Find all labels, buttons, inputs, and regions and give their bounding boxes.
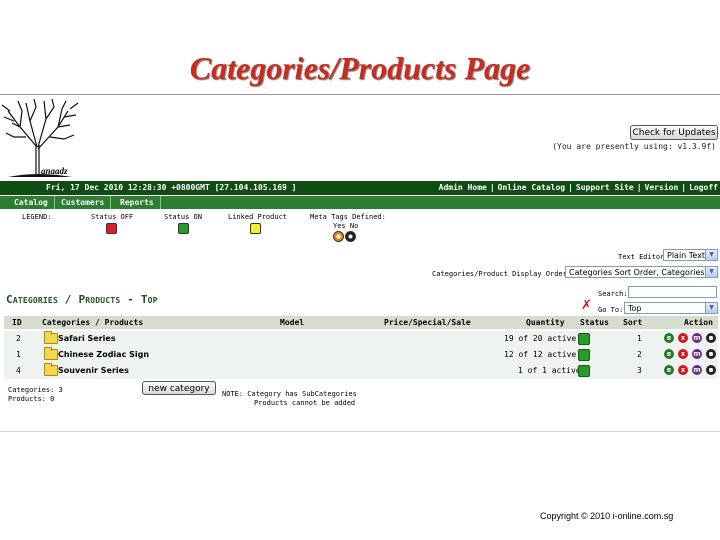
legend-status-on-label: Status ON (164, 213, 202, 221)
row-name[interactable]: Chinese Zodiac Sign (58, 350, 149, 359)
page-heading: Categories / Products - Top (6, 293, 158, 306)
row-id: 1 (16, 350, 21, 359)
table-row[interactable]: 4 Souvenir Series 1 of 1 active 3 e x m (4, 363, 718, 379)
row-sort: 2 (637, 350, 642, 359)
nav-reports[interactable]: Reports (114, 196, 161, 209)
chevron-down-icon: ▼ (705, 250, 717, 260)
table-footer: Categories: 3 Products: 0 NOTE: Category… (4, 380, 718, 407)
note-line-2: Products cannot be added (254, 399, 356, 407)
row-name[interactable]: Safari Series (58, 334, 116, 343)
delete-icon[interactable]: x (678, 365, 688, 375)
legend: LEGEND: Status OFF Status ON Linked Prod… (0, 213, 400, 249)
status-on-icon[interactable] (578, 365, 590, 377)
link-version[interactable]: Version (645, 183, 679, 192)
search-input[interactable] (628, 286, 717, 298)
slide-title: Categories/Products Page (189, 50, 531, 86)
meta-no-icon (345, 231, 356, 242)
copyright-text: Copyright © 2010 i-online.com.sg (540, 511, 674, 521)
status-on-icon[interactable] (578, 333, 590, 345)
move-icon[interactable]: m (692, 365, 702, 375)
edit-icon[interactable]: e (664, 365, 674, 375)
link-online-catalog[interactable]: Online Catalog (498, 183, 565, 192)
edit-icon[interactable]: e (664, 333, 674, 343)
folder-icon[interactable] (44, 347, 58, 360)
text-editor-select[interactable]: Plain Text ▼ (663, 249, 718, 261)
col-price: Price/Special/Sale (384, 318, 471, 327)
link-support-site[interactable]: Support Site (576, 183, 634, 192)
reset-search-icon[interactable]: ✗ (581, 298, 592, 313)
meta-yes-icon (333, 231, 344, 242)
col-sort: Sort (623, 318, 643, 327)
text-editor-value: Plain Text (667, 251, 705, 260)
logo-text: anaadz (41, 166, 68, 176)
legend-yes-no-label: Yes No (333, 222, 359, 230)
col-action: Action (684, 318, 713, 327)
status-off-icon (106, 223, 117, 234)
meta-tags-icon[interactable] (706, 349, 716, 359)
table-header: ID Categories / Products Model Price/Spe… (4, 316, 718, 329)
table-row[interactable]: 1 Chinese Zodiac Sign 12 of 12 active 2 … (4, 347, 718, 363)
row-sort: 1 (637, 334, 642, 343)
link-logoff[interactable]: Logoff (689, 183, 718, 192)
move-icon[interactable]: m (692, 349, 702, 359)
nav-bar: Catalog Customers Reports (0, 196, 720, 209)
header-bar: Fri, 17 Dec 2010 12:28:30 +0800GMT [27.1… (0, 181, 720, 195)
top-links: Admin Home | Online Catalog | Support Site | V… (438, 183, 718, 192)
col-quantity: Quantity (526, 318, 565, 327)
meta-tags-icon[interactable] (706, 333, 716, 343)
col-id: ID (12, 318, 22, 327)
move-icon[interactable]: m (692, 333, 702, 343)
delete-icon[interactable]: x (678, 333, 688, 343)
edit-icon[interactable]: e (664, 349, 674, 359)
sort-order-label: Categories/Product Display Order: (432, 270, 572, 278)
status-on-icon[interactable] (578, 349, 590, 361)
tree-logo-icon[interactable] (0, 97, 80, 179)
col-status: Status (580, 318, 609, 327)
products-count: Products: 0 (8, 395, 55, 403)
nav-customers[interactable]: Customers (55, 196, 112, 209)
row-sort: 3 (637, 366, 642, 375)
search-label: Search: (598, 290, 628, 298)
status-on-icon (178, 223, 189, 234)
col-name: Categories / Products (42, 318, 144, 327)
check-updates-button[interactable]: Check for Updates (630, 125, 718, 140)
note-line-1: NOTE: Category has SubCategories (222, 390, 357, 398)
row-name[interactable]: Souvenir Series (58, 366, 129, 375)
row-quantity: 12 of 12 active (504, 350, 577, 359)
goto-label: Go To: (598, 306, 624, 314)
chevron-down-icon: ▼ (705, 303, 717, 313)
legend-status-off-label: Status OFF (91, 213, 134, 221)
goto-select[interactable]: Top ▼ (624, 302, 718, 314)
folder-icon[interactable] (44, 331, 58, 344)
row-quantity: 19 of 20 active (504, 334, 577, 343)
linked-product-icon (250, 223, 261, 234)
folder-icon[interactable] (44, 363, 58, 376)
text-editor-label: Text Editor (618, 253, 665, 261)
goto-value: Top (628, 304, 642, 313)
link-admin-home[interactable]: Admin Home (439, 183, 487, 192)
sort-order-value: Categories Sort Order, Categories Name (569, 268, 718, 277)
row-id: 2 (16, 334, 21, 343)
col-model: Model (280, 318, 305, 327)
delete-icon[interactable]: x (678, 349, 688, 359)
chevron-down-icon: ▼ (705, 267, 717, 277)
row-id: 4 (16, 366, 21, 375)
legend-linked-label: Linked Product (228, 213, 288, 221)
legend-label: LEGEND: (22, 213, 52, 221)
categories-count: Categories: 3 (8, 386, 63, 394)
row-quantity: 1 of 1 active (518, 366, 581, 375)
legend-meta-label: Meta Tags Defined: (310, 213, 386, 221)
nav-catalog[interactable]: Catalog (8, 196, 55, 209)
sort-order-select[interactable]: Categories Sort Order, Categories Name ▼ (565, 266, 718, 278)
datetime-text: Fri, 17 Dec 2010 12:28:30 +0800GMT [27.1… (46, 183, 297, 192)
meta-tags-icon[interactable] (706, 365, 716, 375)
table-row[interactable]: 2 Safari Series 19 of 20 active 1 e x m (4, 331, 718, 347)
new-category-button[interactable]: new category (142, 381, 216, 395)
version-text: (You are presently using: v1.3.9f) (552, 142, 716, 151)
